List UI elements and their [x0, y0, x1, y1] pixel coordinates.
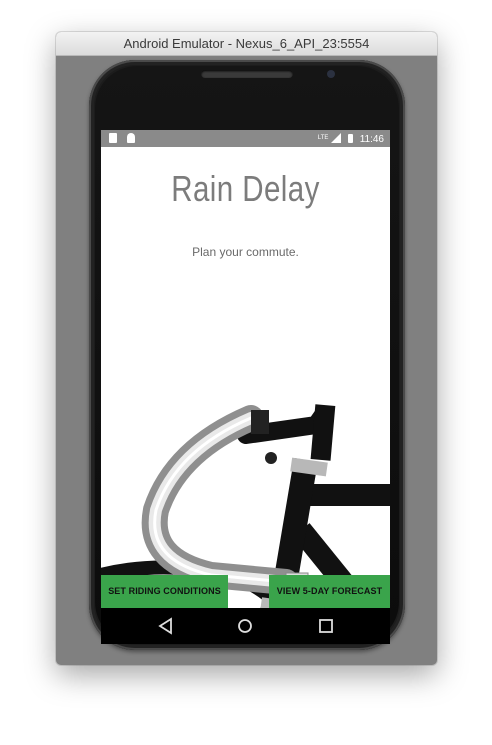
emulator-window: Android Emulator - Nexus_6_API_23:5554 L…: [56, 32, 437, 665]
bicycle-image: [101, 404, 390, 620]
set-riding-conditions-button[interactable]: SET RIDING CONDITIONS: [101, 575, 228, 608]
app-title: Rain Delay: [171, 168, 320, 209]
network-type: LTE: [317, 135, 329, 141]
android-nav-bar: [101, 608, 390, 644]
recents-square-icon[interactable]: [316, 617, 336, 635]
view-forecast-button[interactable]: VIEW 5-DAY FORECAST: [269, 575, 390, 608]
device-screen: LTE 11:46 Rain Delay Plan your commute.: [101, 130, 390, 644]
app-subtitle: Plan your commute.: [192, 245, 299, 259]
home-circle-icon[interactable]: [235, 617, 255, 635]
top-speaker: [201, 70, 293, 78]
android-notification-icon: [127, 133, 136, 143]
signal-icon: [331, 133, 342, 143]
status-bar: LTE 11:46: [101, 130, 390, 147]
back-triangle-icon[interactable]: [156, 617, 176, 635]
window-title: Android Emulator - Nexus_6_API_23:5554: [56, 32, 437, 56]
sd-card-icon: [109, 133, 117, 143]
front-camera: [327, 70, 335, 78]
phone-frame: LTE 11:46 Rain Delay Plan your commute.: [89, 60, 405, 650]
status-time: 11:46: [359, 134, 384, 145]
battery-icon: [347, 134, 353, 143]
